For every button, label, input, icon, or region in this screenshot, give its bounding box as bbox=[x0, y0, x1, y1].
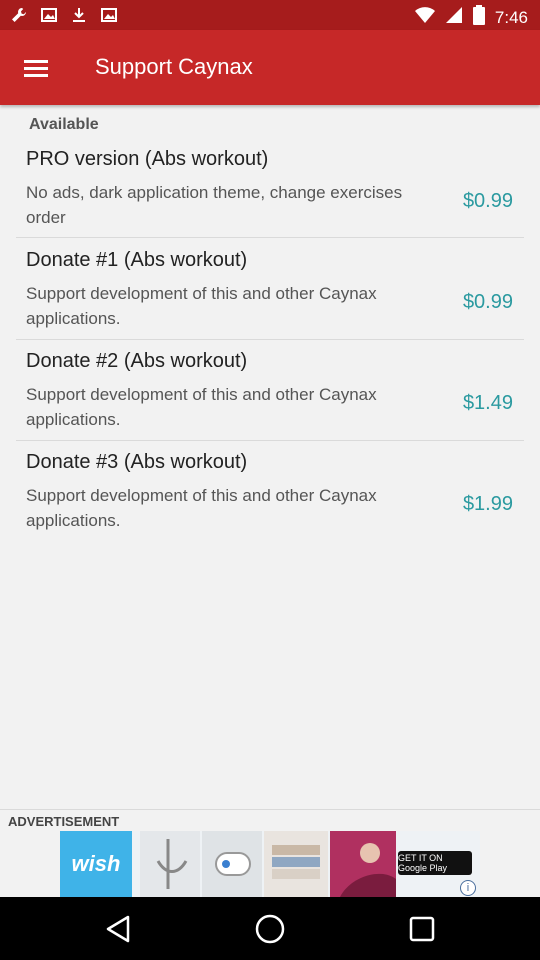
list-item-donate-1[interactable]: Donate #1 (Abs workout) Support developm… bbox=[16, 249, 524, 337]
list-item-donate-2[interactable]: Donate #2 (Abs workout) Support developm… bbox=[16, 350, 524, 438]
ad-banner[interactable]: wish GET IT ON Google Play i bbox=[60, 831, 480, 897]
signal-icon bbox=[445, 6, 463, 29]
item-price: $0.99 bbox=[462, 190, 513, 212]
menu-button[interactable] bbox=[14, 46, 58, 90]
item-description: Support development of this and other Ca… bbox=[26, 284, 377, 328]
product-image bbox=[330, 831, 396, 897]
list-item-donate-3[interactable]: Donate #3 (Abs workout) Support developm… bbox=[16, 451, 524, 539]
product-image bbox=[264, 831, 328, 897]
section-header: Available bbox=[29, 116, 99, 133]
item-price: $1.99 bbox=[462, 493, 513, 515]
item-price: $1.49 bbox=[462, 392, 513, 414]
divider bbox=[16, 237, 524, 238]
status-bar: 7:46 bbox=[0, 0, 540, 30]
item-description: No ads, dark application theme, change e… bbox=[26, 183, 403, 227]
ad-label: ADVERTISEMENT bbox=[8, 814, 120, 829]
item-title: Donate #1 (Abs workout) bbox=[26, 249, 248, 271]
wifi-icon bbox=[414, 6, 435, 29]
product-image bbox=[140, 831, 200, 897]
navigation-bar bbox=[0, 897, 540, 960]
item-title: Donate #2 (Abs workout) bbox=[26, 350, 248, 372]
recents-button[interactable] bbox=[404, 911, 440, 947]
download-icon bbox=[70, 6, 88, 29]
battery-icon bbox=[472, 5, 485, 30]
list-item-pro-version[interactable]: PRO version (Abs workout) No ads, dark a… bbox=[16, 148, 524, 236]
info-icon[interactable]: i bbox=[460, 880, 476, 896]
product-image bbox=[202, 831, 262, 897]
item-title: Donate #3 (Abs workout) bbox=[26, 451, 248, 473]
item-description: Support development of this and other Ca… bbox=[26, 385, 377, 429]
divider bbox=[16, 440, 524, 441]
back-icon bbox=[106, 915, 130, 943]
home-button[interactable] bbox=[252, 911, 288, 947]
status-time: 7:46 bbox=[494, 7, 528, 27]
home-icon bbox=[255, 914, 285, 944]
recents-icon bbox=[409, 916, 435, 942]
google-play-badge[interactable]: GET IT ON Google Play bbox=[398, 851, 472, 875]
divider bbox=[16, 339, 524, 340]
item-price: $0.99 bbox=[462, 291, 513, 313]
hamburger-menu-icon bbox=[24, 60, 48, 77]
item-description: Support development of this and other Ca… bbox=[26, 486, 377, 530]
image-icon bbox=[100, 6, 118, 29]
page-title: Support Caynax bbox=[95, 54, 253, 79]
item-title: PRO version (Abs workout) bbox=[26, 148, 269, 170]
image-icon bbox=[40, 6, 58, 29]
wish-logo: wish bbox=[60, 831, 132, 897]
ad-divider bbox=[0, 809, 540, 810]
back-button[interactable] bbox=[100, 911, 136, 947]
app-bar: Support Caynax bbox=[0, 30, 540, 105]
wrench-icon bbox=[10, 6, 28, 29]
